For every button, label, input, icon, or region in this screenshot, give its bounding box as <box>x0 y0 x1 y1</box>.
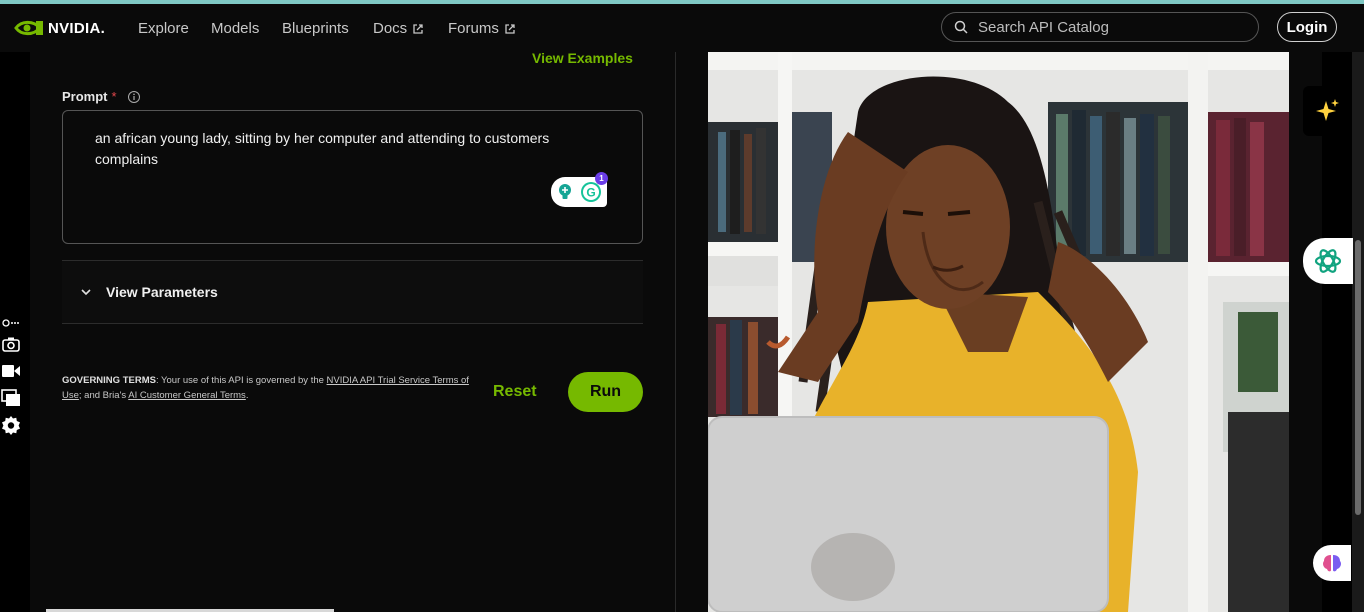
nav-docs-label: Docs <box>373 20 408 37</box>
grammarly-badge[interactable]: G 1 <box>580 172 608 203</box>
nav-explore[interactable]: Explore <box>138 20 189 37</box>
prompt-textarea[interactable]: an african young lady, sitting by her co… <box>62 110 643 244</box>
terms-text-2: ; and Bria's <box>78 390 129 401</box>
lightbulb-icon[interactable] <box>556 183 574 201</box>
top-navigation: NVIDIA. Explore Models Blueprints Docs F… <box>0 4 1364 52</box>
nav-models-label: Models <box>211 20 260 37</box>
chatgpt-extension[interactable] <box>1303 238 1353 284</box>
tool-windows[interactable] <box>0 388 22 408</box>
prompt-label: Prompt * <box>62 89 141 104</box>
run-button[interactable]: Run <box>568 372 643 412</box>
ai-sparkle-extension[interactable] <box>1303 86 1352 136</box>
login-button[interactable]: Login <box>1277 12 1337 42</box>
nav-forums-label: Forums <box>448 20 499 37</box>
governing-terms: GOVERNING TERMS: Your use of this API is… <box>62 373 472 403</box>
nav-blueprints[interactable]: Blueprints <box>282 20 349 37</box>
reset-button[interactable]: Reset <box>493 383 537 401</box>
generated-image <box>708 52 1289 612</box>
brain-icon <box>1323 555 1341 572</box>
nvidia-logo[interactable]: NVIDIA. <box>14 18 105 38</box>
nav-forums[interactable]: Forums <box>448 20 516 37</box>
nav-explore-label: Explore <box>138 20 189 37</box>
nav-models[interactable]: Models <box>211 20 259 37</box>
link-more-icon <box>2 319 19 327</box>
tool-link-more[interactable] <box>0 316 22 330</box>
search-icon <box>954 20 968 34</box>
scrollbar-thumb[interactable] <box>1355 240 1361 515</box>
info-icon[interactable] <box>127 90 141 104</box>
view-examples-link[interactable]: View Examples <box>532 50 633 66</box>
terms-text-3: . <box>245 390 249 401</box>
view-parameters-label: View Parameters <box>106 284 218 300</box>
view-parameters-accordion[interactable]: View Parameters <box>62 260 643 324</box>
brain-extension[interactable] <box>1313 545 1351 581</box>
brand-name: NVIDIA. <box>48 19 106 37</box>
grammarly-widget[interactable]: G 1 <box>551 172 608 207</box>
prompt-label-text: Prompt <box>62 89 108 104</box>
external-link-icon <box>505 23 515 34</box>
video-camera-icon <box>2 365 20 377</box>
nvidia-eye-icon <box>14 20 43 36</box>
terms-heading: GOVERNING TERMS <box>62 375 156 386</box>
camera-icon <box>2 337 20 352</box>
tool-screenshot[interactable] <box>0 335 22 353</box>
chatgpt-icon <box>1314 249 1342 273</box>
nav-docs[interactable]: Docs <box>373 20 424 37</box>
chevron-down-icon <box>81 289 91 296</box>
external-link-icon <box>413 23 423 34</box>
tool-settings[interactable] <box>0 415 22 435</box>
nav-blueprints-label: Blueprints <box>282 20 349 37</box>
bria-terms-link[interactable]: AI Customer General Terms <box>128 390 246 401</box>
required-asterisk: * <box>111 89 117 104</box>
generated-image-illustration <box>708 52 1289 612</box>
sparkle-icon <box>1315 99 1339 121</box>
svg-text:G: G <box>586 186 595 200</box>
left-tool-strip <box>0 52 30 612</box>
gear-icon <box>2 416 20 435</box>
tool-record[interactable] <box>0 362 22 380</box>
prompt-text-value[interactable]: an african young lady, sitting by her co… <box>95 128 615 170</box>
grammarly-count-badge: 1 <box>595 172 608 185</box>
search-input[interactable] <box>976 17 1240 37</box>
search-box[interactable] <box>941 12 1259 42</box>
windows-icon <box>1 389 20 406</box>
terms-text-1: : Your use of this API is governed by th… <box>155 375 327 386</box>
